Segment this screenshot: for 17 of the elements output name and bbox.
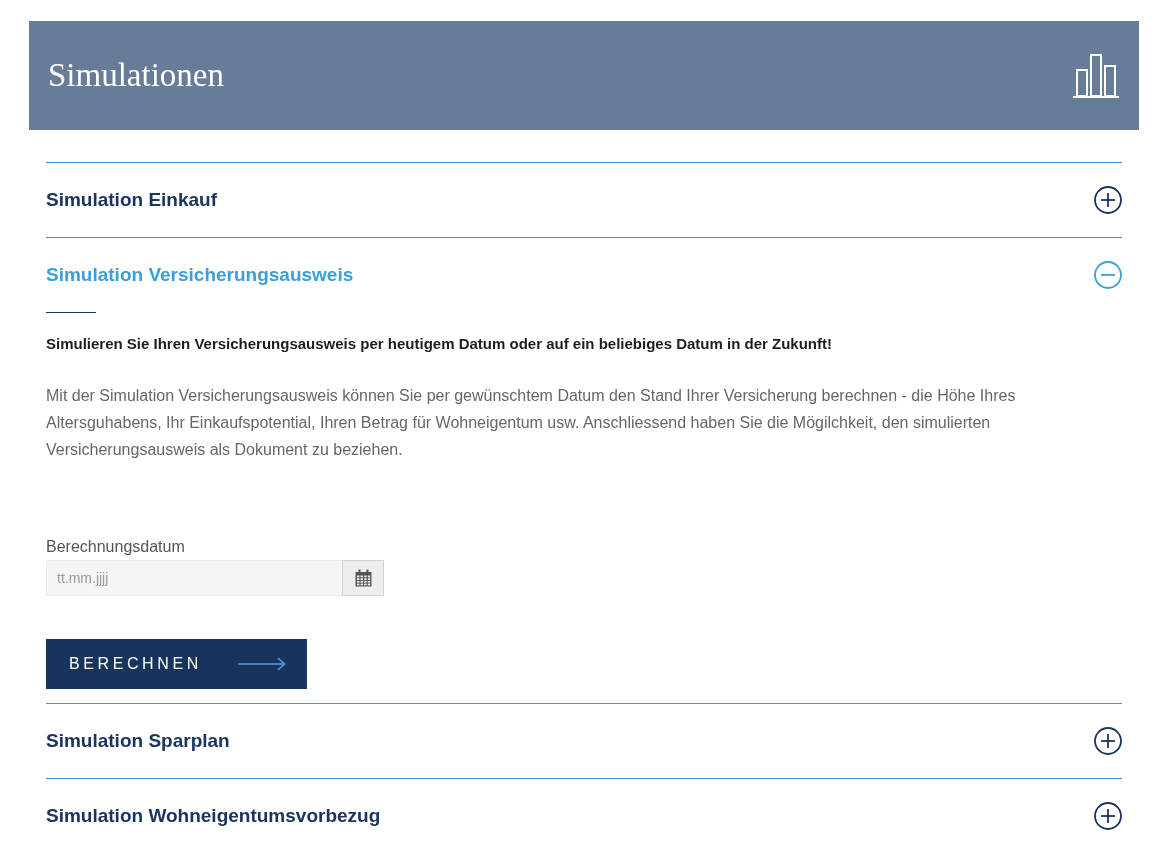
accordion-header[interactable]: Simulation Wohneigentumsvorbezug (46, 779, 1122, 847)
date-input-field[interactable]: tt.mm.jjjj (46, 560, 342, 596)
page-title: Simulationen (48, 57, 224, 94)
intro-text: Simulieren Sie Ihren Versicherungsausweis per heutigem Datum oder auf ein beliebiges Datum in der Zukunft! (46, 335, 833, 352)
minus-circle-icon (1094, 261, 1122, 289)
calculate-button[interactable]: BERECHNEN (46, 639, 307, 689)
calendar-icon (354, 569, 372, 587)
accordion-header[interactable]: Simulation Sparplan (46, 704, 1122, 778)
calendar-button[interactable] (342, 560, 384, 596)
plus-circle-icon (1094, 727, 1122, 755)
plus-circle-icon (1094, 802, 1122, 830)
bar-chart-icon (1073, 53, 1119, 98)
description-text: Mit der Simulation Versicherungsausweis können Sie per gewünschtem Datum den Stand Ihrer Versicherung berechnen - die Höhe Ihres Altersguhabens, Ihr Einkaufspotential, Ihren Betrag für Wohneigentum usw. Anschliessend haben Sie die Mögilchkeit, den simulierten Versicherungsausweis als Dokument zu beziehen. (46, 386, 1017, 460)
accordion-header[interactable]: Simulation Einkauf (46, 163, 1122, 237)
arrow-right-icon (237, 657, 286, 671)
plus-circle-icon (1094, 186, 1122, 214)
field-label: Berechnungsdatum (46, 538, 185, 556)
